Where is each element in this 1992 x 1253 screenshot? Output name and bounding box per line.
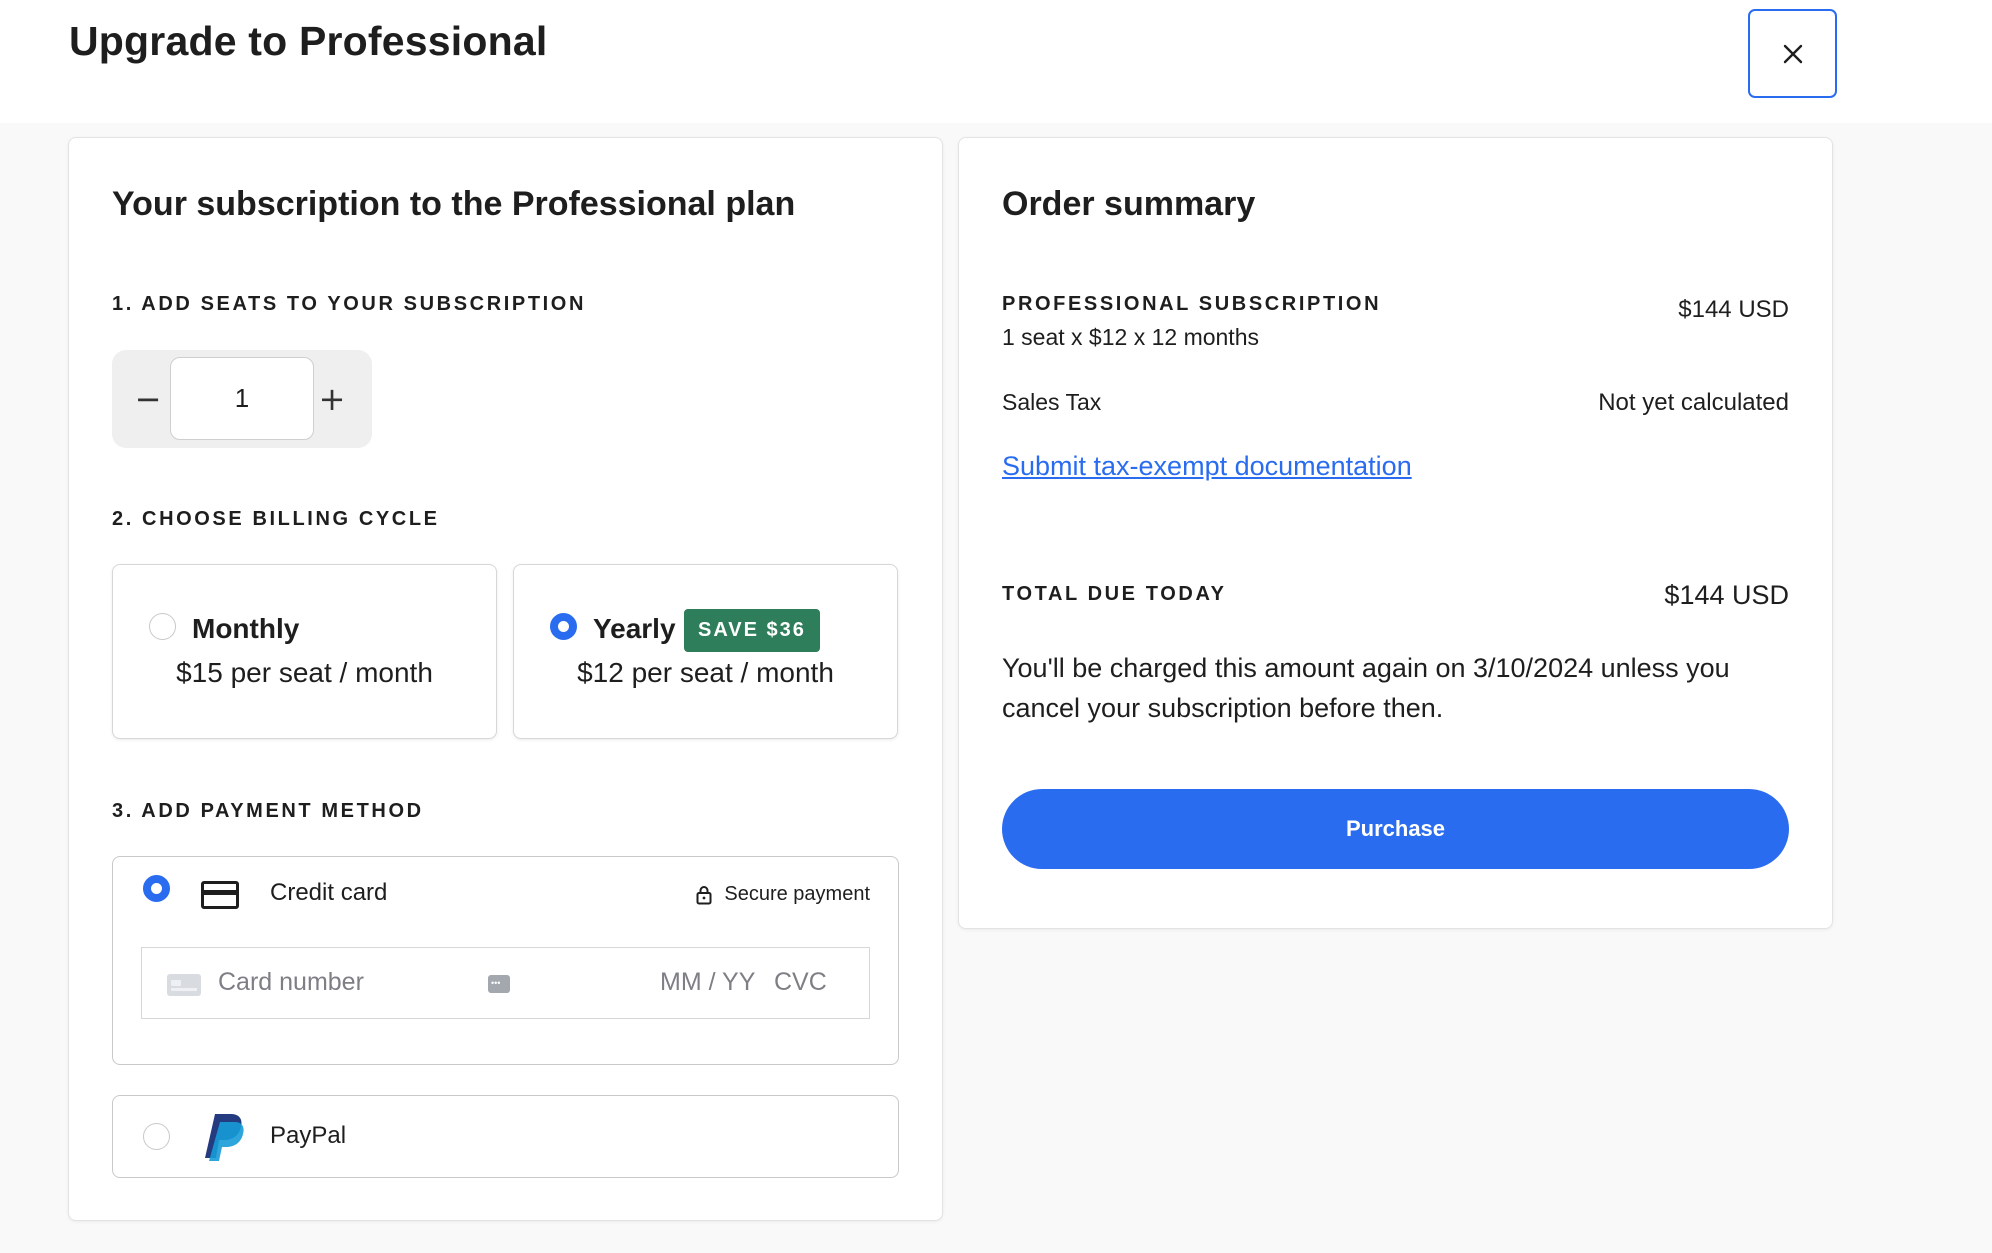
step-billing-heading: 2. CHOOSE BILLING CYCLE <box>112 508 440 530</box>
recurring-charge-note: You'll be charged this amount again on 3… <box>1002 653 1730 723</box>
line-item-price: $144 USD <box>1678 296 1789 323</box>
card-expiry-input[interactable]: MM / YY <box>660 968 755 997</box>
paypal-label: PayPal <box>270 1122 347 1149</box>
close-button[interactable] <box>1748 9 1837 98</box>
order-summary-title: Order summary <box>1002 185 1256 223</box>
billing-option-monthly[interactable]: Monthly $15 per seat / month <box>112 564 497 739</box>
page-title: Upgrade to Professional <box>69 18 548 64</box>
billing-name-yearly: Yearly <box>593 613 676 644</box>
paypal-radio[interactable] <box>143 1123 170 1150</box>
line-item-label: PROFESSIONAL SUBSCRIPTION <box>1002 293 1382 315</box>
billing-name-monthly: Monthly <box>192 613 300 644</box>
card-cvc-input[interactable]: CVC <box>774 968 827 997</box>
billing-price-yearly: $12 per seat / month <box>577 657 834 688</box>
secure-payment-label: Secure payment <box>724 883 870 905</box>
order-summary-panel: Order summary PROFESSIONAL SUBSCRIPTION … <box>958 137 1833 929</box>
card-number-input[interactable]: Card number <box>218 968 364 997</box>
total-value: $144 USD <box>1664 580 1789 610</box>
line-item-detail: 1 seat x $12 x 12 months <box>1002 324 1259 350</box>
yearly-radio[interactable] <box>550 613 577 640</box>
summary-tax-row: Sales Tax Not yet calculated <box>1002 389 1789 416</box>
header-bar: Upgrade to Professional <box>0 0 1992 123</box>
step-payment-heading: 3. ADD PAYMENT METHOD <box>112 800 424 822</box>
seat-count-input[interactable]: 1 <box>170 357 314 440</box>
autofill-icon[interactable] <box>488 974 510 993</box>
credit-card-label: Credit card <box>270 879 388 906</box>
save-badge: SAVE $36 <box>684 609 820 652</box>
seat-stepper: − 1 + <box>112 350 372 448</box>
credit-card-radio[interactable] <box>143 875 170 902</box>
step-seats-heading: 1. ADD SEATS TO YOUR SUBSCRIPTION <box>112 293 587 315</box>
secure-payment-note: Secure payment <box>696 883 870 906</box>
subscription-panel: Your subscription to the Professional pl… <box>68 137 943 1221</box>
increase-seats-button[interactable]: + <box>312 374 352 424</box>
monthly-radio[interactable] <box>149 613 176 640</box>
decrease-seats-button[interactable]: − <box>128 374 168 424</box>
card-brand-icon <box>167 974 201 996</box>
paypal-icon <box>205 1114 244 1161</box>
billing-price-monthly: $15 per seat / month <box>176 657 433 688</box>
subscription-title: Your subscription to the Professional pl… <box>112 185 796 223</box>
lock-icon <box>696 885 712 904</box>
payment-option-credit-card[interactable]: Credit card Secure payment Card number M… <box>112 856 899 1065</box>
tax-exempt-link[interactable]: Submit tax-exempt documentation <box>1002 451 1412 482</box>
billing-option-yearly[interactable]: Yearly SAVE $36 $12 per seat / month <box>513 564 898 739</box>
tax-value: Not yet calculated <box>1598 389 1789 416</box>
credit-card-icon <box>201 881 239 909</box>
summary-total-row: TOTAL DUE TODAY $144 USD <box>1002 580 1789 610</box>
payment-option-paypal[interactable]: PayPal <box>112 1095 899 1178</box>
summary-line-item: PROFESSIONAL SUBSCRIPTION 1 seat x $12 x… <box>1002 293 1789 351</box>
close-icon <box>1783 44 1802 63</box>
purchase-button[interactable]: Purchase <box>1002 789 1789 869</box>
card-details-field[interactable]: Card number MM / YY CVC <box>141 947 870 1019</box>
